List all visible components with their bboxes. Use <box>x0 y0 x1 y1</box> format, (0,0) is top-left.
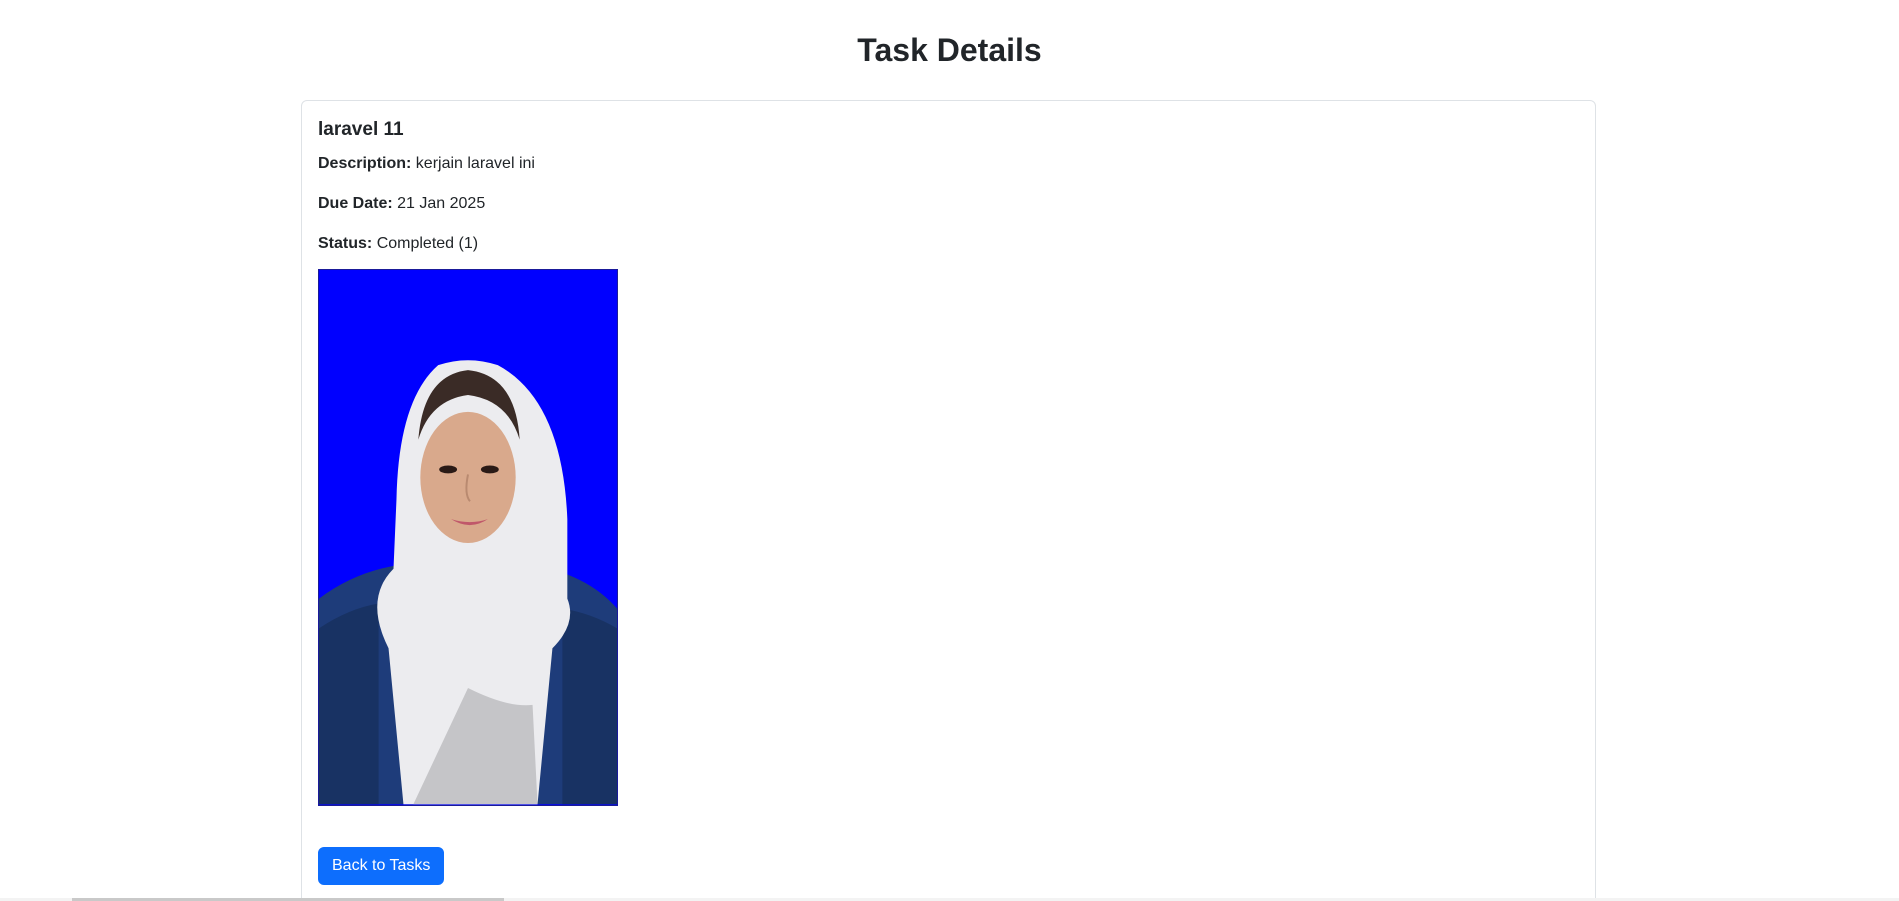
task-title: laravel 11 <box>318 119 404 140</box>
due-date-value: 21 Jan 2025 <box>397 195 486 212</box>
task-description: Description: kerjain laravel ini <box>318 153 1579 175</box>
description-value: kerjain laravel ini <box>415 155 535 172</box>
portrait-illustration <box>319 270 617 805</box>
back-to-tasks-button[interactable]: Back to Tasks <box>318 847 445 885</box>
description-label: Description: <box>318 155 412 172</box>
task-card: laravel 11 Description: kerjain laravel … <box>301 100 1596 901</box>
task-status: Status: Completed (1) <box>318 233 1579 255</box>
status-value: Completed (1) <box>376 235 479 252</box>
page: Task Details laravel 11 Description: ker… <box>0 0 1899 901</box>
page-title: Task Details <box>857 32 1042 68</box>
task-card-body: laravel 11 Description: kerjain laravel … <box>318 117 1579 273</box>
task-image <box>318 269 618 806</box>
status-label: Status: <box>318 235 373 252</box>
task-due-date: Due Date: 21 Jan 2025 <box>318 193 1579 215</box>
due-date-label: Due Date: <box>318 195 393 212</box>
